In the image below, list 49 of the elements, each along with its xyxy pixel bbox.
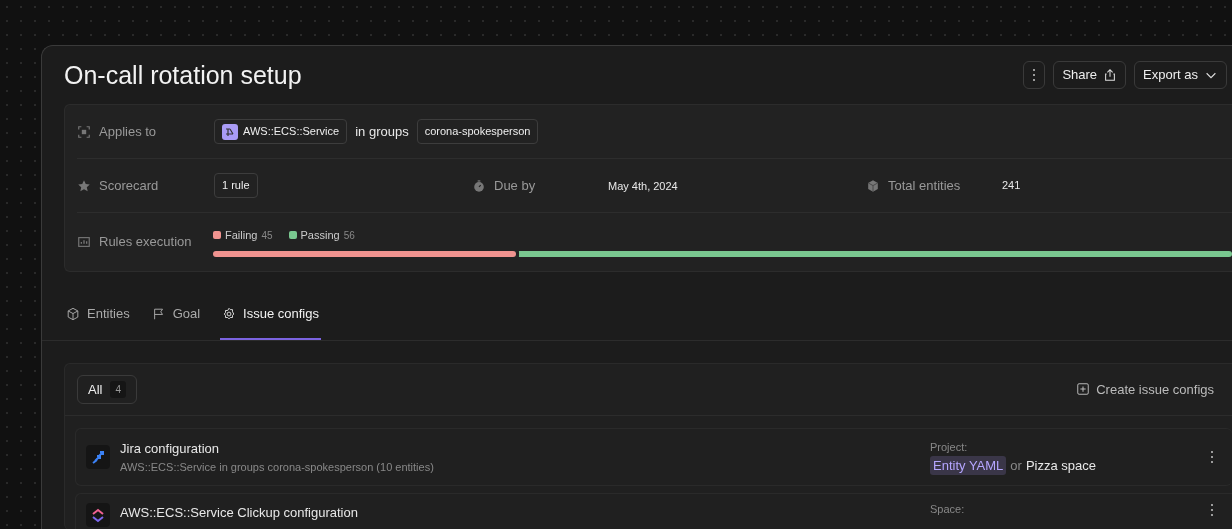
field-label: Applies to	[99, 122, 157, 141]
flag-icon	[151, 306, 166, 321]
more-icon	[1210, 450, 1214, 464]
cube-icon	[66, 306, 80, 321]
field-value: 241	[1002, 178, 1021, 194]
field-value: Pizza space	[1025, 456, 1096, 475]
timer-icon	[472, 178, 486, 193]
page-title: On-call rotation setup	[64, 60, 302, 90]
field-label: Space:	[930, 503, 966, 516]
config-subtitle: AWS::ECS::Service in groups corona-spokesperson (10 entities)	[120, 459, 435, 475]
field-label: Due by	[494, 176, 536, 195]
more-button[interactable]	[1210, 450, 1214, 464]
filter-button[interactable]: All 4	[77, 374, 137, 404]
tab[interactable]: Entities	[64, 294, 132, 340]
config-title: Jira configuration	[120, 440, 220, 458]
field-label: Scorecard	[99, 176, 159, 195]
target-icon	[77, 124, 91, 139]
field-text: in groups	[355, 122, 409, 141]
share-icon	[1103, 68, 1118, 82]
create-button[interactable]: Create issue configs	[1070, 379, 1220, 399]
field-label: Project:	[930, 440, 969, 455]
more-icon	[1210, 503, 1214, 517]
field-value: May 4th, 2024	[608, 179, 678, 192]
field-label: Total entities	[888, 176, 961, 195]
share-button[interactable]: Share	[1053, 61, 1127, 89]
config-title: AWS::ECS::Service Clickup configuration	[120, 504, 359, 522]
tab[interactable]: Issue configs	[220, 294, 321, 340]
chart-icon	[77, 235, 91, 249]
tab[interactable]: Goal	[149, 294, 203, 340]
entity-type-tag: AWS::ECS::Service	[214, 119, 348, 144]
plus-icon	[1076, 382, 1091, 397]
legend-label: Passing	[300, 227, 340, 243]
gear-icon	[222, 306, 237, 321]
cube-icon	[866, 178, 880, 193]
count-badge: 4	[110, 380, 126, 398]
legend-count: 56	[343, 228, 355, 243]
more-button[interactable]	[1210, 503, 1214, 517]
star-icon	[77, 178, 91, 193]
field-text: or	[1010, 456, 1022, 475]
config-row[interactable]: AWS::ECS::Service Clickup configuration Space:	[75, 493, 1232, 529]
rule-count-tag: 1 rule	[214, 173, 258, 198]
legend-label: Failing	[225, 227, 258, 243]
export-button[interactable]: Export as	[1134, 61, 1227, 89]
more-icon	[1032, 68, 1037, 82]
field-label: Rules execution	[99, 233, 192, 252]
yaml-tag: Entity YAML	[930, 455, 1007, 475]
service-icon	[222, 123, 238, 140]
legend-count: 45	[261, 228, 273, 243]
group-tag: corona-spokesperson	[416, 119, 539, 144]
